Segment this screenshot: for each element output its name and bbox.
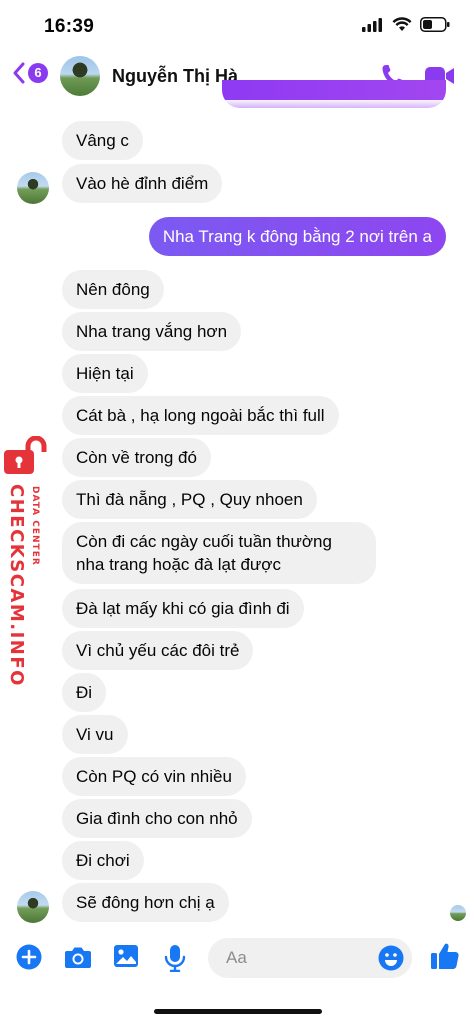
message-received[interactable]: Thì đà nẵng , PQ , Quy nhoen bbox=[62, 480, 317, 519]
lock-icon bbox=[4, 436, 47, 474]
watermark: CHECKSCAM.INFO DATA CENTER bbox=[2, 436, 52, 687]
watermark-main-text: CHECKSCAM.INFO bbox=[6, 484, 27, 687]
message-received[interactable]: Đi bbox=[62, 673, 107, 712]
message-received[interactable]: Vì chủ yếu các đôi trẻ bbox=[62, 631, 254, 670]
status-bar: 16:39 bbox=[0, 0, 474, 52]
chevron-left-icon bbox=[13, 62, 25, 84]
read-receipt-avatar bbox=[450, 905, 466, 921]
message-received[interactable]: Nên đông bbox=[62, 270, 164, 309]
thumbs-up-icon[interactable] bbox=[430, 941, 460, 971]
message-received[interactable]: Cát bà , hạ long ngoài bắc thì full bbox=[62, 396, 339, 435]
contact-avatar[interactable] bbox=[60, 56, 100, 96]
message-received[interactable]: Vào hè đỉnh điểm bbox=[62, 164, 223, 203]
previous-sent-message bbox=[222, 80, 446, 108]
message-received[interactable]: Đà lạt mấy khi có gia đình đi bbox=[62, 589, 304, 628]
unread-count-badge: 6 bbox=[28, 63, 48, 83]
status-time: 16:39 bbox=[44, 16, 95, 37]
message-received[interactable]: Gia đình cho con nhỏ bbox=[62, 799, 252, 838]
signal-icon bbox=[362, 17, 382, 32]
message-input-container[interactable] bbox=[208, 938, 412, 978]
message-input[interactable] bbox=[224, 947, 368, 969]
message-sent[interactable]: Nha Trang k đông bằng 2 nơi trên a bbox=[148, 217, 446, 256]
camera-icon[interactable] bbox=[64, 944, 92, 970]
message-received[interactable]: Còn về trong đó bbox=[62, 438, 211, 477]
message-received[interactable]: Vâng c bbox=[62, 121, 143, 160]
message-received[interactable]: Sẽ đông hơn chị ạ bbox=[62, 883, 229, 922]
back-button[interactable]: 6 bbox=[12, 62, 48, 84]
plus-icon[interactable] bbox=[16, 944, 42, 970]
contact-name[interactable]: Nguyễn Thị Hà bbox=[112, 66, 238, 87]
message-received[interactable]: Đi chơi bbox=[62, 841, 144, 880]
message-received[interactable]: Còn PQ có vin nhiều bbox=[62, 757, 246, 796]
wifi-icon bbox=[392, 17, 412, 31]
sender-avatar[interactable] bbox=[17, 891, 49, 923]
message-received[interactable]: Còn đi các ngày cuối tuần thường nha tra… bbox=[62, 522, 376, 584]
home-indicator bbox=[154, 1009, 322, 1014]
message-received[interactable]: Vi vu bbox=[62, 715, 128, 754]
message-received[interactable]: Nha trang vắng hơn bbox=[62, 312, 242, 351]
emoji-icon[interactable] bbox=[378, 945, 404, 971]
message-composer bbox=[0, 934, 474, 984]
image-icon[interactable] bbox=[113, 944, 139, 968]
watermark-sub-text: DATA CENTER bbox=[30, 486, 40, 566]
message-received[interactable]: Hiện tại bbox=[62, 354, 148, 393]
battery-icon bbox=[420, 17, 450, 32]
status-icons bbox=[362, 17, 450, 32]
sender-avatar[interactable] bbox=[17, 172, 49, 204]
microphone-icon[interactable] bbox=[163, 944, 187, 972]
